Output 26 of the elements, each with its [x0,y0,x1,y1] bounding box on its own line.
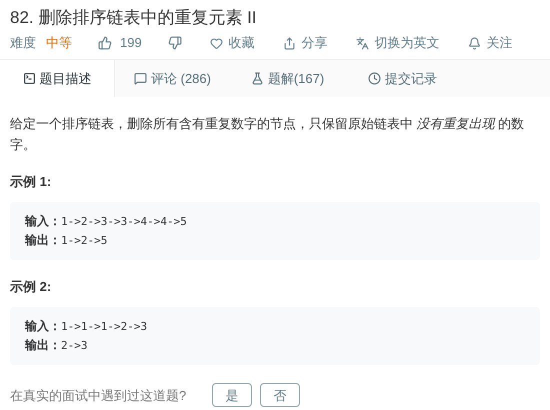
like-button[interactable]: 199 [98,33,142,53]
answer-button[interactable]: 是 [212,383,252,407]
tab[interactable]: 提交记录 [345,60,460,97]
tab[interactable]: 题目描述 [0,60,115,97]
example-value: 1->1->1->2->3 [61,319,148,335]
problem-title: 82. 删除排序链表中的重复元素 II [10,7,258,29]
example-label: 输出： [25,337,61,354]
answer-button[interactable]: 否 [260,383,300,407]
example-value: 2->3 [61,338,88,354]
example-value: 1->2->5 [61,233,108,249]
example-label: 输出： [25,232,61,249]
example-title: 示例 1: [10,173,52,191]
tab[interactable]: 评论 (286) [115,60,230,97]
action-button[interactable]: 切换为英文 [356,33,440,53]
example-title: 示例 2: [10,278,52,296]
problem-description: 给定一个排序链表，删除所有含有重复数字的节点，只保留原始链表中 没有重复出现 的数字。 [10,115,526,154]
action-button[interactable]: 收藏 [210,33,255,53]
example-label: 输入： [25,213,61,230]
action-button[interactable]: 分享 [282,33,328,53]
difficulty-label: 难度 [10,34,36,52]
example-label: 输入： [25,318,61,335]
difficulty-value: 中等 [46,34,72,52]
tab[interactable]: 题解(167) [230,60,345,97]
interview-question: 在真实的面试中遇到过这道题? [10,386,188,404]
action-button[interactable]: 关注 [468,33,513,53]
example-value: 1->2->3->3->4->4->5 [61,214,187,230]
